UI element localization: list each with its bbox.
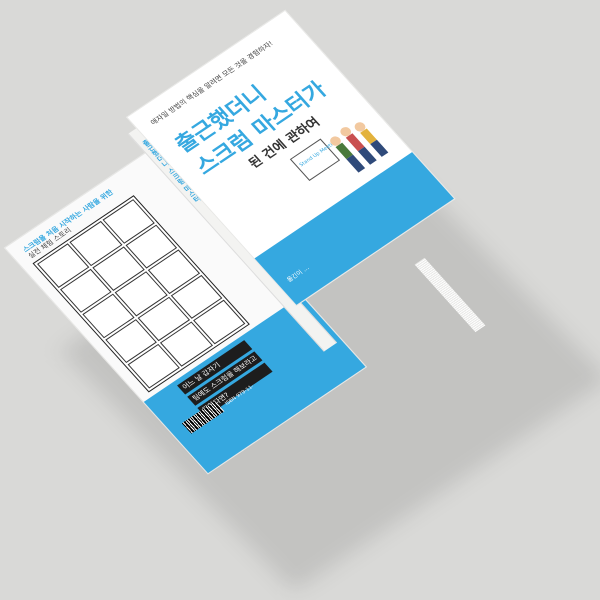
open-book: 스크럼을 처음 시작하는 사람을 위한 실전 체험 스토리 어느 날 갑자기 팀…: [3, 9, 512, 530]
product-mockup-scene: 스크럼을 처음 시작하는 사람을 위한 실전 체험 스토리 어느 날 갑자기 팀…: [0, 0, 600, 600]
